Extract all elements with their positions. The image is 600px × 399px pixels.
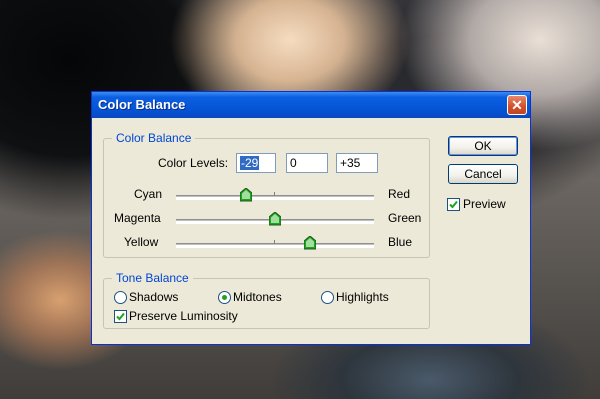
preview-label[interactable]: Preview bbox=[463, 197, 506, 211]
midtones-radio[interactable] bbox=[218, 291, 231, 304]
slider-green-label: Green bbox=[388, 211, 422, 225]
preview-checkbox[interactable] bbox=[447, 198, 460, 211]
tone-balance-group-label: Tone Balance bbox=[112, 271, 193, 285]
magenta-green-slider-thumb[interactable] bbox=[269, 212, 281, 226]
cyan-red-slider-track[interactable] bbox=[176, 192, 374, 200]
highlights-radio[interactable] bbox=[321, 291, 334, 304]
shadows-radio[interactable] bbox=[114, 291, 127, 304]
slider-center-tick bbox=[274, 192, 275, 196]
color-balance-group: Color Balance Color Levels: -29 0 +35 Cy… bbox=[103, 131, 430, 258]
slider-red-label: Red bbox=[388, 187, 411, 201]
shadows-label[interactable]: Shadows bbox=[129, 290, 178, 304]
slider-magenta-label: Magenta bbox=[114, 211, 161, 225]
slider-yellow-label: Yellow bbox=[124, 235, 159, 249]
title-bar[interactable]: Color Balance ✕ bbox=[92, 92, 530, 118]
slider-blue-label: Blue bbox=[388, 235, 413, 249]
preserve-luminosity-checkbox[interactable] bbox=[114, 310, 127, 323]
yellow-blue-slider-thumb[interactable] bbox=[303, 236, 316, 250]
level-yellow-blue-input[interactable]: +35 bbox=[336, 153, 378, 173]
level-magenta-green-value: 0 bbox=[290, 156, 297, 170]
color-balance-group-label: Color Balance bbox=[112, 131, 196, 145]
ok-button[interactable]: OK bbox=[448, 136, 518, 156]
cancel-button[interactable]: Cancel bbox=[448, 164, 518, 184]
close-button[interactable]: ✕ bbox=[507, 95, 527, 115]
preserve-luminosity-label[interactable]: Preserve Luminosity bbox=[129, 309, 238, 323]
slider-cyan-label: Cyan bbox=[134, 187, 163, 201]
midtones-label[interactable]: Midtones bbox=[233, 290, 282, 304]
level-cyan-red-value: -29 bbox=[240, 156, 260, 170]
cyan-red-slider-thumb[interactable] bbox=[240, 188, 253, 202]
checkmark-icon bbox=[116, 312, 125, 321]
dialog-title: Color Balance bbox=[98, 97, 186, 112]
level-yellow-blue-value: +35 bbox=[340, 156, 361, 170]
tone-balance-group: Tone Balance Shadows Midtones Highlights… bbox=[103, 271, 430, 329]
close-icon: ✕ bbox=[511, 97, 523, 113]
color-levels-label: Color Levels: bbox=[158, 156, 229, 170]
level-cyan-red-input[interactable]: -29 bbox=[236, 153, 276, 173]
color-balance-dialog: Color Balance ✕ Color Balance Color Leve… bbox=[91, 91, 531, 345]
yellow-blue-slider-track[interactable] bbox=[176, 240, 374, 248]
radio-selected-dot bbox=[222, 295, 227, 300]
level-magenta-green-input[interactable]: 0 bbox=[286, 153, 328, 173]
highlights-label[interactable]: Highlights bbox=[336, 290, 389, 304]
slider-center-tick bbox=[274, 240, 275, 244]
checkmark-icon bbox=[449, 200, 458, 209]
